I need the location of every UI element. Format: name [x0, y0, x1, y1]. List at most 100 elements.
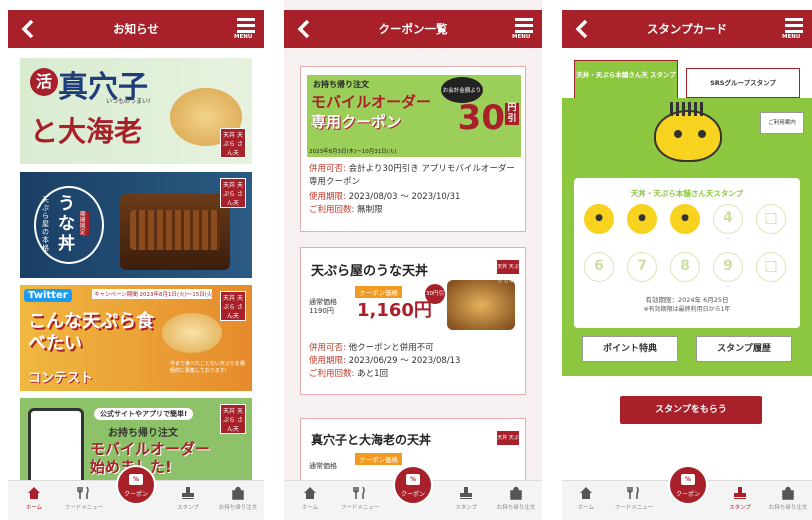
- menu-label: MENU: [512, 34, 531, 40]
- coupon-amount: 30: [457, 98, 505, 138]
- eel-image: [130, 210, 220, 250]
- nav-food[interactable]: フードメニュー: [614, 486, 654, 511]
- home-icon: [28, 487, 40, 499]
- nav-food-label: フードメニュー: [614, 505, 654, 511]
- nav-home[interactable]: ホーム: [14, 486, 54, 511]
- menu-label: MENU: [234, 34, 253, 40]
- bottom-nav: ホーム フードメニュー % クーポン スタンプ お持ち帰り注文: [284, 465, 542, 520]
- coupon-headline-1: 天ぷら屋のうな天丼: [311, 264, 429, 279]
- get-stamp-button[interactable]: スタンプをもらう: [620, 396, 762, 424]
- bottom-nav: ホーム フードメニュー % クーポン スタンプ お持ち帰り注文: [8, 465, 264, 520]
- uses-value: 無制限: [357, 205, 383, 215]
- nav-home[interactable]: ホーム: [290, 486, 330, 511]
- nav-food-label: フードメニュー: [340, 505, 380, 511]
- hamburger-bar: [515, 30, 533, 33]
- banner-sub-text: コンテスト: [28, 371, 94, 386]
- tempura-image: [162, 313, 222, 353]
- banner-note: 公式サイトやアプリで簡単!: [94, 408, 194, 420]
- coupon-validity-row: 使用期限: 2023/08/03 ～ 2023/10/31: [309, 191, 521, 204]
- coupon-ticket-icon: %: [681, 474, 695, 485]
- home-icon: [304, 487, 316, 499]
- point-benefit-button[interactable]: ポイント特典: [582, 336, 678, 362]
- stamp-slot-filled: ●: [627, 204, 657, 234]
- nav-takeout-label: お持ち帰り注文: [496, 505, 536, 511]
- nav-food[interactable]: フードメニュー: [64, 486, 104, 511]
- banner-note: いつものうまい!: [106, 98, 151, 105]
- stamp-slot-6: 6: [584, 252, 614, 282]
- brand-tag: 天丼 天ぷら さん天: [497, 260, 519, 284]
- nav-stamp-label: スタンプ: [729, 505, 751, 511]
- mascot-tendon-icon: [654, 102, 722, 162]
- twitter-label: Twitter: [24, 289, 72, 302]
- brand-tag: 天丼 天ぷら さん天: [497, 431, 519, 455]
- coupon-uses-row: ご利用回数: 無制限: [309, 204, 521, 217]
- hamburger-bar: [515, 24, 533, 27]
- hamburger-bar: [237, 24, 255, 27]
- stamp-tabs: 天丼・天ぷら本舗さん天 スタンプ SRSグループスタンプ: [574, 60, 800, 100]
- nav-stamp[interactable]: スタンプ: [446, 486, 486, 511]
- coupon-headline-1: お持ち帰り注文: [313, 80, 369, 89]
- coupon-combo-row: 併用可否: 会計より30円引き アプリモバイルオーダー専用クーポン: [309, 163, 521, 189]
- coupon-banner: 天ぷら屋のうな天丼 クーポン価格 通常価格 1190円 1,160円 30円引 …: [307, 256, 521, 334]
- nav-takeout[interactable]: お持ち帰り注文: [496, 486, 536, 511]
- stamp-slot-filled: ●: [584, 204, 614, 234]
- fork-knife-icon: [77, 486, 89, 499]
- nav-coupon[interactable]: % クーポン: [393, 465, 433, 505]
- menu-button[interactable]: MENU: [782, 15, 806, 43]
- mascot-hair: [670, 102, 706, 116]
- tab-srs-stamp[interactable]: SRSグループスタンプ: [686, 68, 800, 98]
- hamburger-icon: [785, 18, 803, 21]
- stamp-icon: [460, 487, 472, 499]
- coupon-card[interactable]: お持ち帰り注文 モバイルオーダー 専用クーポン お会計金額より 30 円引 20…: [300, 66, 526, 232]
- fork-knife-icon: [353, 486, 365, 499]
- menu-label: MENU: [782, 34, 801, 40]
- nav-coupon[interactable]: % クーポン: [668, 465, 708, 505]
- takeout-bag-icon: [782, 486, 794, 500]
- coupon-combo-row: 併用可否: 他クーポンと併用不可: [309, 342, 521, 355]
- banner-main-text: うな丼: [58, 194, 75, 254]
- combo-label: 併用可否:: [309, 343, 346, 353]
- stamp-slot-10-bonus-icon: □: [756, 252, 786, 282]
- nav-takeout[interactable]: お持ち帰り注文: [768, 486, 808, 511]
- old-price: 通常価格: [309, 462, 337, 470]
- coupon-headline-2: モバイルオーダー: [311, 93, 432, 111]
- stamp-card-title: 天丼・天ぷら本舗さん天スタンプ: [630, 189, 744, 198]
- nav-takeout[interactable]: お持ち帰り注文: [218, 486, 258, 511]
- nav-stamp[interactable]: スタンプ: [168, 486, 208, 511]
- header-bar: クーポン一覧 MENU: [284, 10, 542, 48]
- home-icon: [580, 487, 592, 499]
- nav-takeout-label: お持ち帰り注文: [218, 505, 258, 511]
- nav-coupon[interactable]: % クーポン: [116, 465, 156, 505]
- banner-sub-text: お持ち帰り注文: [108, 428, 178, 439]
- fork-knife-icon: [627, 486, 639, 499]
- banner-unadon[interactable]: 天ぷら屋の本格 うな丼 期間限定 天丼 天ぷら さん天: [20, 172, 252, 278]
- menu-button[interactable]: MENU: [234, 15, 258, 43]
- brand-tag: 天丼 天ぷら さん天: [220, 128, 246, 158]
- banner-anago-ebi[interactable]: 活 真穴子 いつものうまい! と大海老 天丼 天ぷら さん天: [20, 58, 252, 164]
- combo-label: 併用可否:: [309, 164, 346, 174]
- nav-home[interactable]: ホーム: [566, 486, 606, 511]
- page-title: お知らせ: [113, 22, 159, 36]
- uses-value: あと1回: [357, 369, 388, 379]
- nav-stamp[interactable]: スタンプ: [720, 486, 760, 511]
- nav-coupon-label: クーポン: [675, 491, 700, 498]
- usage-guide-button[interactable]: ご利用案内: [760, 112, 804, 134]
- hamburger-icon: [237, 18, 255, 21]
- notices-screen: お知らせ MENU 活 真穴子 いつものうまい! と大海老 天丼 天ぷら さん天…: [8, 0, 264, 520]
- coupon-period-banner: 2023年8月3日(木)～10月31日(火): [309, 149, 397, 155]
- takeout-bag-icon: [232, 486, 244, 500]
- menu-button[interactable]: MENU: [512, 15, 536, 43]
- mascot-eye: [698, 130, 706, 138]
- coupon-details: 併用可否: 会計より30円引き アプリモバイルオーダー専用クーポン 使用期限: …: [309, 163, 521, 217]
- discount-badge: 30円引: [425, 284, 445, 304]
- tab-santen-stamp[interactable]: 天丼・天ぷら本舗さん天 スタンプ: [574, 60, 678, 100]
- validity-label: 使用期限:: [309, 192, 346, 202]
- live-badge: 活: [30, 68, 58, 96]
- stamp-history-button[interactable]: スタンプ履歴: [696, 336, 792, 362]
- coupon-ticket-icon: %: [406, 474, 420, 485]
- banner-twitter-contest[interactable]: Twitter キャンペーン期間 2023年8月1日(火)～15日(火) こんな…: [20, 285, 252, 391]
- coupon-card[interactable]: 天ぷら屋のうな天丼 クーポン価格 通常価格 1190円 1,160円 30円引 …: [300, 247, 526, 395]
- nav-coupon-label: クーポン: [400, 491, 425, 498]
- stamp-icon: [734, 487, 746, 499]
- nav-food[interactable]: フードメニュー: [340, 486, 380, 511]
